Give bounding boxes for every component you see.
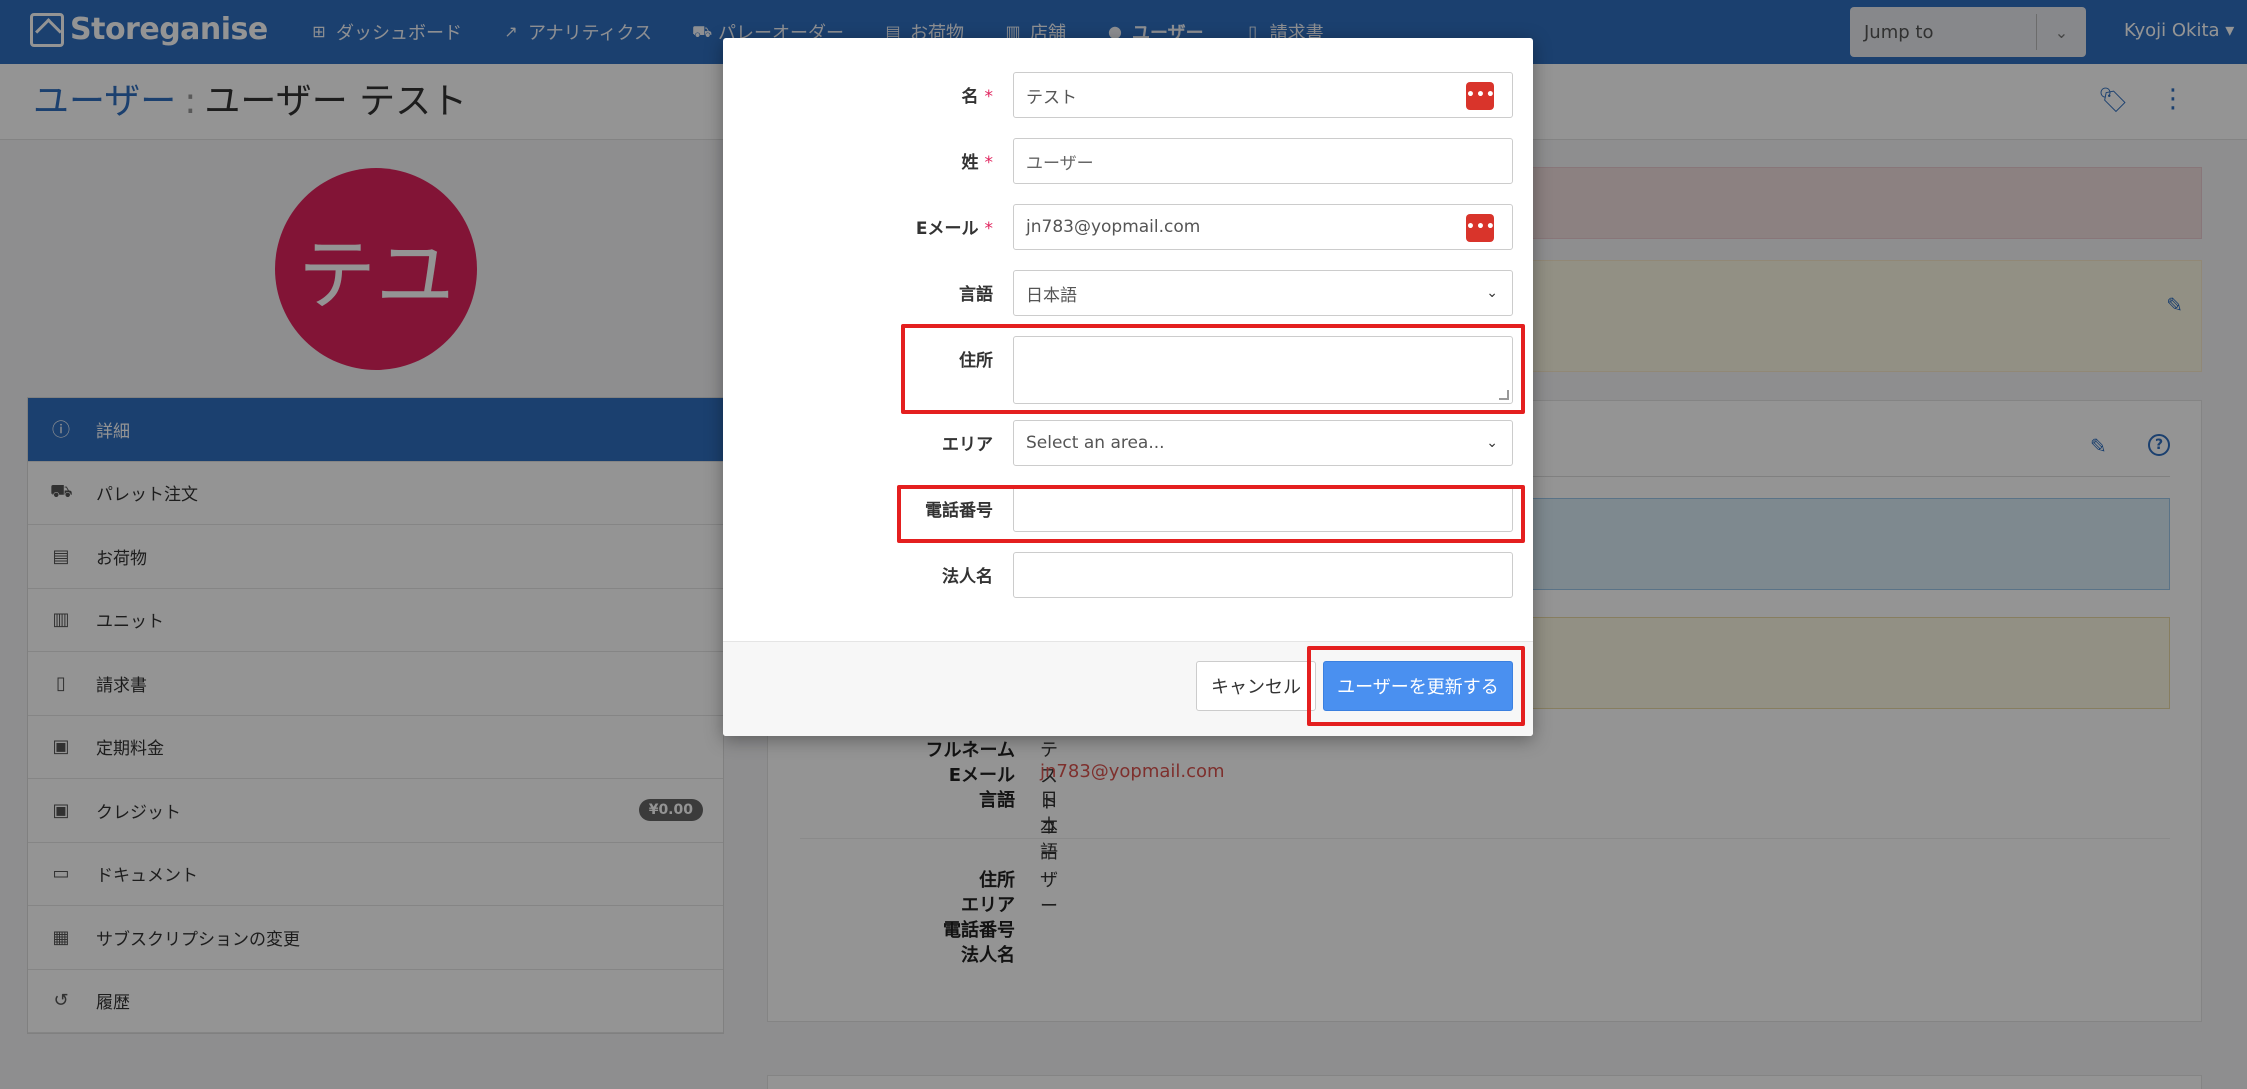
language-select[interactable]: 日本語 ⌄ — [1013, 270, 1513, 316]
email-input[interactable]: jn783@yopmail.com •••| — [1013, 204, 1513, 250]
chevron-down-icon: ⌄ — [1486, 285, 1498, 301]
first-name-input[interactable]: テスト •••| — [1013, 72, 1513, 118]
area-select[interactable]: Select an area... ⌄ — [1013, 420, 1513, 466]
area-label: エリア — [942, 435, 993, 455]
highlight-phone — [897, 485, 1525, 543]
last-name-input[interactable]: ユーザー — [1013, 138, 1513, 184]
password-manager-icon[interactable]: •••| — [1466, 214, 1501, 242]
last-name-label: 姓 * — [961, 153, 994, 173]
email-label: Eメール * — [915, 219, 993, 239]
chevron-down-icon: ⌄ — [1486, 435, 1498, 451]
highlight-submit — [1307, 646, 1525, 726]
first-name-label: 名 * — [961, 87, 994, 107]
company-input[interactable] — [1013, 552, 1513, 598]
highlight-address — [901, 324, 1525, 414]
company-label: 法人名 — [942, 567, 993, 587]
language-label: 言語 — [959, 285, 993, 305]
cancel-button[interactable]: キャンセル — [1196, 661, 1316, 711]
password-manager-icon[interactable]: •••| — [1466, 82, 1501, 110]
